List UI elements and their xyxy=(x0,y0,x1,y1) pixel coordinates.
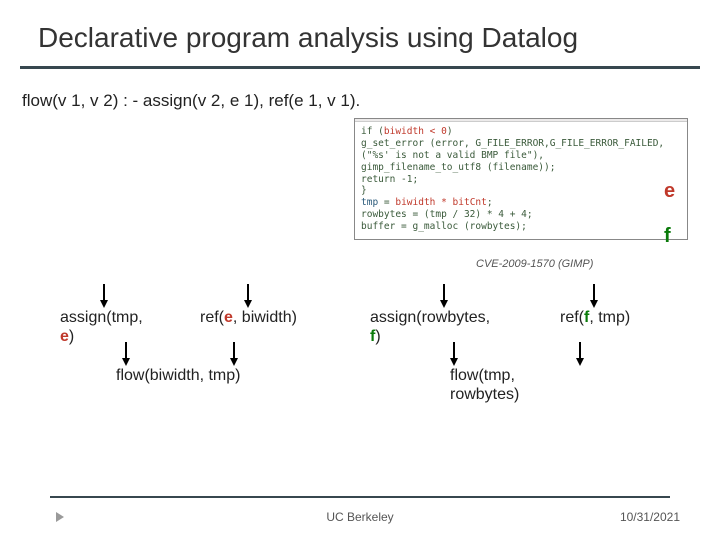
code-text: = xyxy=(378,197,395,208)
code-body: if (biwidth < 0) g_set_error (error, G_F… xyxy=(355,122,687,239)
fact-assign-rowbytes: assign(rowbytes, f) xyxy=(370,308,490,346)
code-text: rowbytes = (tmp / 32) * 4 + 4; xyxy=(361,209,681,221)
code-cond: biwidth < 0 xyxy=(384,126,447,137)
code-text: } xyxy=(361,185,681,197)
code-text: return -1; xyxy=(361,174,681,186)
fact-flow-2: flow(tmp, rowbytes) xyxy=(450,366,519,404)
fact-text: rowbytes) xyxy=(450,386,519,403)
code-lhs: tmp xyxy=(361,197,378,208)
fact-text: , tmp) xyxy=(589,309,630,326)
code-rhs: biwidth * bitCnt xyxy=(395,197,487,208)
fact-text: ref( xyxy=(560,309,584,326)
fact-text: ) xyxy=(375,328,380,345)
fact-ref-e: ref(e, biwidth) xyxy=(200,308,297,327)
label-e: e xyxy=(664,180,675,203)
arrow-down-icon xyxy=(122,358,130,366)
footer-rule xyxy=(50,496,670,499)
arrow-down-icon xyxy=(230,358,238,366)
code-text: g_set_error (error, G_FILE_ERROR,G_FILE_… xyxy=(361,138,681,150)
slide-title: Declarative program analysis using Datal… xyxy=(0,0,720,66)
code-text: ("%s' is not a valid BMP file"), xyxy=(361,150,681,162)
fact-ref-f: ref(f, tmp) xyxy=(560,308,630,327)
arrow-down-icon xyxy=(576,358,584,366)
code-text: ; xyxy=(487,197,493,208)
fact-e: e xyxy=(224,309,233,326)
arrow-down-icon xyxy=(590,300,598,308)
code-snippet: if (biwidth < 0) g_set_error (error, G_F… xyxy=(354,118,688,240)
arrow-down-icon xyxy=(100,300,108,308)
datalog-rule: flow(v 1, v 2) : - assign(v 2, e 1), ref… xyxy=(0,69,720,111)
arrow-down-icon xyxy=(450,358,458,366)
footer-date: 10/31/2021 xyxy=(620,510,680,524)
code-text: gimp_filename_to_utf8 (filename)); xyxy=(361,162,681,174)
fact-text: , biwidth) xyxy=(233,309,297,326)
arrow-down-icon xyxy=(244,300,252,308)
arrow-down-icon xyxy=(440,300,448,308)
fact-flow-1: flow(biwidth, tmp) xyxy=(116,366,240,385)
cve-caption: CVE-2009-1570 (GIMP) xyxy=(476,258,593,270)
code-text: ) xyxy=(447,126,453,137)
label-f: f xyxy=(664,225,671,248)
fact-text: ref( xyxy=(200,309,224,326)
footer-center: UC Berkeley xyxy=(0,510,720,524)
fact-text: assign(tmp, xyxy=(60,309,143,326)
fact-e: e xyxy=(60,328,69,345)
code-text: buffer = g_malloc (rowbytes); xyxy=(361,221,681,233)
fact-text: flow(tmp, xyxy=(450,367,515,384)
fact-assign-tmp: assign(tmp, e) xyxy=(60,308,143,346)
code-text: if ( xyxy=(361,126,384,137)
fact-text: assign(rowbytes, xyxy=(370,309,490,326)
fact-text: ) xyxy=(69,328,74,345)
